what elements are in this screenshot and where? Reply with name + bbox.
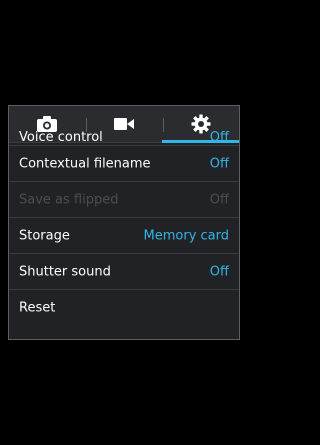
setting-value: Off xyxy=(209,192,229,207)
setting-row-voice-control[interactable]: Voice control Off xyxy=(9,126,239,146)
setting-row-save-as-flipped: Save as flipped Off xyxy=(9,182,239,218)
setting-label: Contextual filename xyxy=(19,156,151,171)
setting-label: Reset xyxy=(19,300,56,316)
setting-label: Save as flipped xyxy=(19,192,119,207)
setting-label: Voice control xyxy=(19,130,103,145)
setting-label: Storage xyxy=(19,228,70,243)
camera-settings-popup: Voice control Off Contextual filename Of… xyxy=(8,105,240,340)
setting-row-contextual-filename[interactable]: Contextual filename Off xyxy=(9,146,239,182)
setting-row-shutter-sound[interactable]: Shutter sound Off xyxy=(9,254,239,290)
setting-value: Off xyxy=(209,130,229,145)
setting-value: Memory card xyxy=(143,228,229,243)
setting-label: Shutter sound xyxy=(19,264,111,279)
settings-list[interactable]: Voice control Off Contextual filename Of… xyxy=(9,130,239,339)
setting-row-reset[interactable]: Reset xyxy=(9,290,239,326)
setting-row-storage[interactable]: Storage Memory card xyxy=(9,218,239,254)
setting-value: Off xyxy=(209,264,229,279)
setting-value: Off xyxy=(209,156,229,171)
